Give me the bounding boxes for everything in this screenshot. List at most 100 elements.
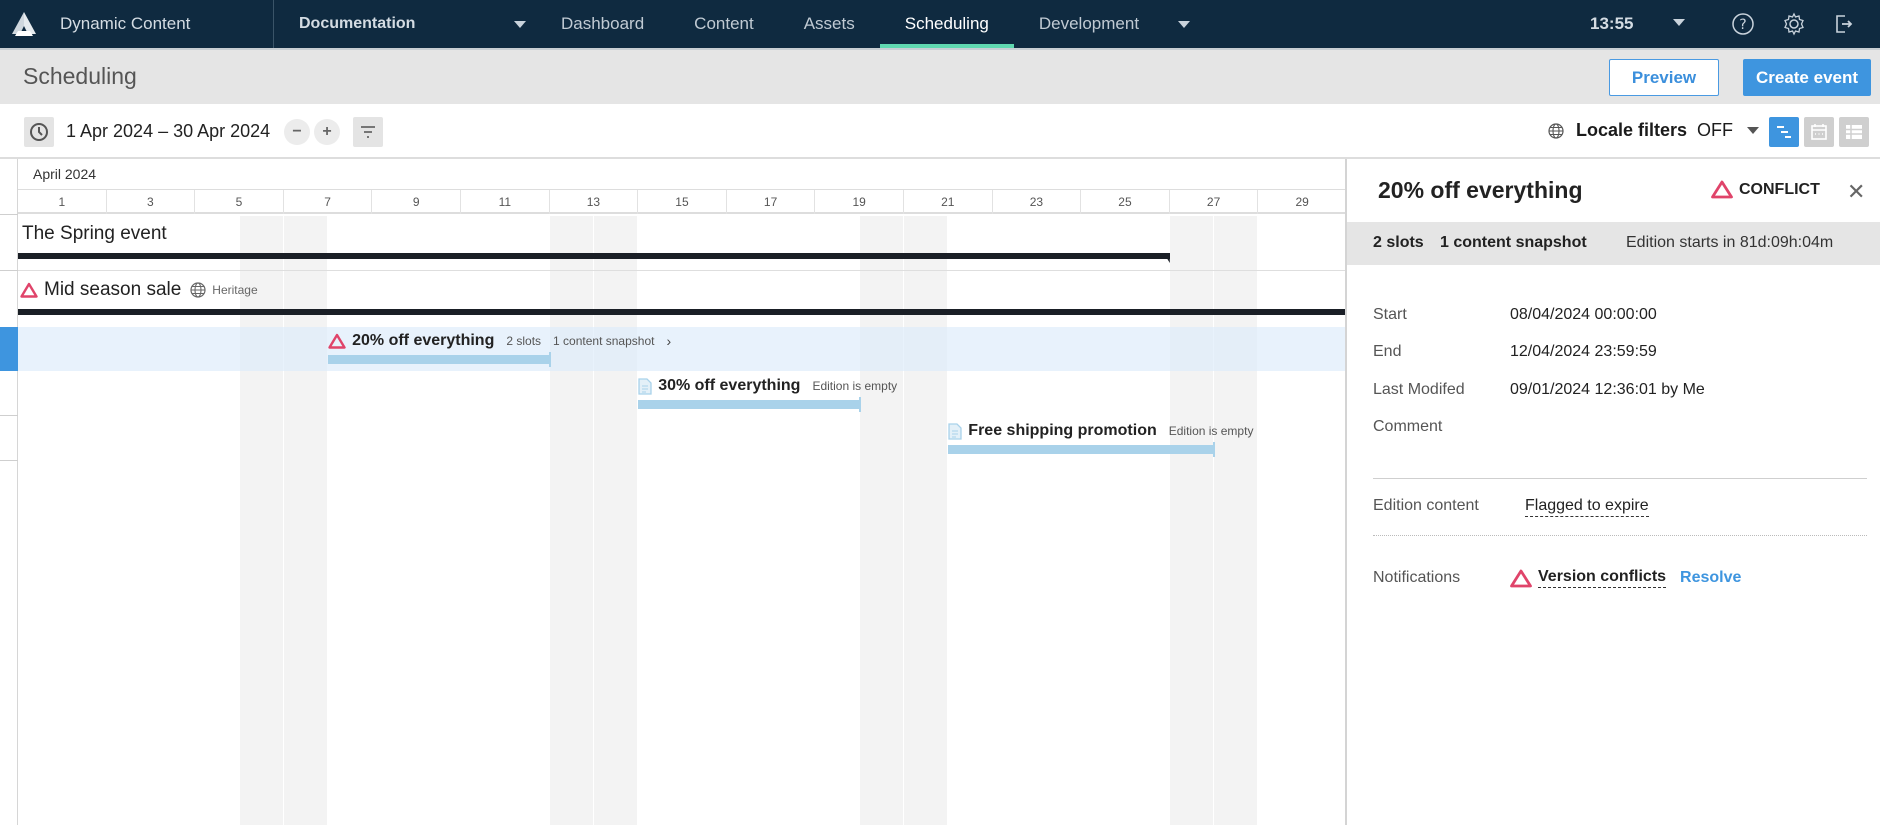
weekend-band bbox=[859, 216, 904, 825]
day-tick: 1 bbox=[18, 190, 107, 214]
top-nav: Dynamic Content Documentation Dashboard … bbox=[0, 0, 1880, 48]
zoom-in-button[interactable]: + bbox=[314, 119, 340, 145]
timeline-view-button[interactable] bbox=[1769, 117, 1799, 147]
day-header: 1 3 5 7 9 11 13 15 17 19 21 23 25 27 29 bbox=[18, 190, 1345, 214]
page-header: Scheduling Preview Create event bbox=[0, 48, 1880, 104]
event-bar[interactable] bbox=[18, 253, 1170, 263]
app-logo-icon bbox=[12, 12, 36, 36]
day-tick: 3 bbox=[107, 190, 196, 214]
weekend-band bbox=[593, 216, 639, 825]
event-name: The Spring event bbox=[22, 223, 167, 244]
gutter-divider bbox=[0, 270, 18, 271]
tab-label: Scheduling bbox=[904, 14, 989, 33]
conflict-warning-icon bbox=[328, 333, 346, 349]
edition-30-off[interactable]: 30% off everything Edition is empty bbox=[638, 377, 897, 395]
brand[interactable]: Dynamic Content bbox=[0, 0, 274, 48]
date-range: 1 Apr 2024 – 30 Apr 2024 bbox=[66, 121, 271, 141]
weekend-band bbox=[904, 216, 949, 825]
tab-development[interactable]: Development bbox=[1014, 0, 1164, 48]
date-picker-button[interactable] bbox=[24, 117, 54, 147]
tab-dashboard[interactable]: Dashboard bbox=[536, 0, 669, 48]
weekend-band bbox=[1169, 216, 1215, 825]
event-name: Mid season sale bbox=[44, 279, 182, 300]
edition-20-off[interactable]: 20% off everything 2 slots 1 content sna… bbox=[328, 332, 671, 350]
day-tick: 17 bbox=[727, 190, 816, 214]
notification-item: Version conflicts Resolve bbox=[1510, 568, 1741, 588]
weekend-band bbox=[239, 216, 284, 825]
event-bar[interactable] bbox=[18, 309, 1345, 315]
field-label: Start bbox=[1373, 306, 1407, 323]
clock-display: 13:55 bbox=[1590, 14, 1634, 33]
tab-scheduling[interactable]: Scheduling bbox=[879, 0, 1015, 48]
conflict-label: CONFLICT bbox=[1739, 180, 1820, 198]
filter-button[interactable] bbox=[353, 117, 383, 147]
tab-label: Content bbox=[694, 14, 754, 33]
logout-icon[interactable] bbox=[1830, 10, 1858, 38]
field-label: Last Modifed bbox=[1373, 381, 1465, 398]
day-tick: 11 bbox=[461, 190, 550, 214]
edition-content-status[interactable]: Flagged to expire bbox=[1525, 497, 1649, 517]
tab-label: Development bbox=[1038, 14, 1140, 33]
row-gutter bbox=[0, 159, 18, 825]
help-icon[interactable]: ? bbox=[1729, 10, 1757, 38]
document-icon bbox=[638, 377, 652, 395]
resolve-link[interactable]: Resolve bbox=[1680, 569, 1741, 587]
edition-bar[interactable] bbox=[638, 397, 861, 412]
close-icon[interactable]: ✕ bbox=[1847, 179, 1865, 205]
document-icon bbox=[948, 422, 962, 440]
globe-icon bbox=[1548, 122, 1564, 139]
field-label: Edition content bbox=[1373, 497, 1479, 514]
preview-button[interactable]: Preview bbox=[1609, 59, 1719, 96]
edition-status: Edition is empty bbox=[1168, 424, 1254, 438]
calendar-view-button[interactable] bbox=[1804, 117, 1834, 147]
list-view-button[interactable] bbox=[1839, 117, 1869, 147]
edition-name: 20% off everything bbox=[352, 332, 495, 349]
day-tick: 15 bbox=[638, 190, 727, 214]
day-tick: 29 bbox=[1258, 190, 1345, 214]
event-mid-season-sale[interactable]: Mid season sale Heritage bbox=[20, 279, 258, 301]
chevron-down-icon bbox=[1178, 20, 1191, 28]
chevron-down-icon bbox=[514, 20, 526, 28]
tab-label: Assets bbox=[803, 14, 855, 33]
chevron-down-icon bbox=[1747, 127, 1760, 134]
tab-assets[interactable]: Assets bbox=[779, 0, 880, 48]
event-spring[interactable]: The Spring event bbox=[22, 223, 167, 245]
timeline-icon bbox=[1777, 126, 1791, 138]
hub-selector[interactable]: Documentation bbox=[274, 0, 536, 48]
selected-row-highlight bbox=[18, 327, 1345, 371]
create-event-button[interactable]: Create event bbox=[1743, 59, 1871, 96]
edition-bar[interactable] bbox=[948, 442, 1215, 457]
edition-free-shipping[interactable]: Free shipping promotion Edition is empty bbox=[948, 422, 1253, 440]
day-tick: 7 bbox=[284, 190, 373, 214]
slots-count: 2 slots bbox=[1373, 234, 1424, 251]
filter-icon bbox=[361, 126, 375, 138]
edition-bar[interactable] bbox=[328, 352, 551, 367]
panel-summary: 2 slots 1 content snapshot Edition start… bbox=[1347, 222, 1880, 265]
conflict-warning-icon bbox=[1510, 569, 1532, 587]
clock-icon bbox=[30, 123, 48, 141]
zoom-out-button[interactable]: − bbox=[284, 119, 310, 145]
calendar-icon bbox=[1811, 124, 1827, 140]
nav-more-button[interactable] bbox=[1164, 20, 1204, 28]
globe-icon bbox=[190, 282, 206, 298]
chevron-right-icon[interactable]: › bbox=[666, 333, 671, 349]
day-tick: 5 bbox=[195, 190, 284, 214]
conflict-badge: CONFLICT bbox=[1711, 180, 1820, 199]
field-label: Comment bbox=[1373, 418, 1443, 435]
panel-divider bbox=[1373, 535, 1867, 536]
gutter-divider bbox=[0, 415, 18, 416]
edition-name: 30% off everything bbox=[658, 377, 801, 394]
gear-icon[interactable] bbox=[1780, 10, 1808, 38]
weekend-band bbox=[549, 216, 594, 825]
field-value: 08/04/2024 00:00:00 bbox=[1510, 306, 1657, 323]
scheduling-toolbar: 1 Apr 2024 – 30 Apr 2024 − + Locale filt… bbox=[0, 104, 1880, 159]
user-menu-chevron-icon[interactable] bbox=[1673, 19, 1685, 26]
brand-name: Dynamic Content bbox=[60, 14, 191, 33]
selected-row-indicator bbox=[0, 327, 18, 371]
version-conflicts-link[interactable]: Version conflicts bbox=[1538, 568, 1667, 588]
snapshot-count: 1 content snapshot bbox=[1440, 234, 1587, 251]
edition-name: Free shipping promotion bbox=[968, 422, 1157, 439]
locale-filter[interactable]: Locale filters OFF bbox=[1548, 120, 1760, 141]
day-tick: 21 bbox=[904, 190, 993, 214]
tab-content[interactable]: Content bbox=[669, 0, 779, 48]
